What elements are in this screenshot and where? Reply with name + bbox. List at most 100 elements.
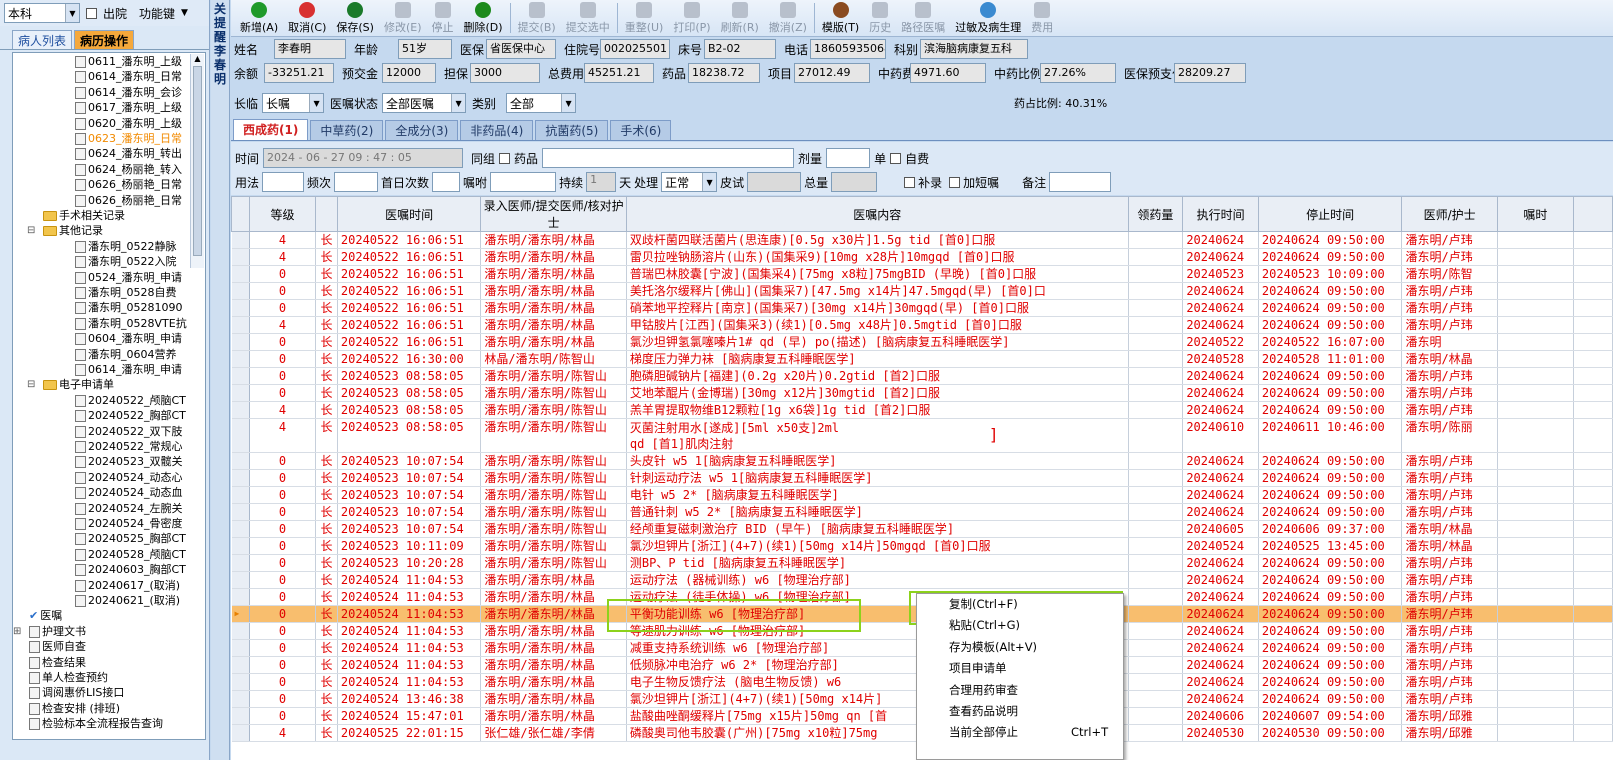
chevron-down-icon[interactable]: ▼ — [451, 94, 466, 112]
skin-test-input[interactable] — [747, 172, 802, 192]
column-header[interactable]: 医嘱内容 — [625, 196, 1129, 232]
toolbar-button[interactable]: 新增(A) — [235, 1, 283, 35]
toolbar-button[interactable]: 停止 — [427, 1, 459, 35]
row-header[interactable] — [231, 588, 250, 606]
tab-5[interactable]: 抗菌药(5) — [535, 120, 609, 140]
table-row[interactable]: 4 长 20240523 08:58:05 潘东明/潘东明/陈智山 灭菌注射用水[遂成]… — [231, 418, 1613, 453]
row-header[interactable] — [231, 248, 250, 266]
row-header[interactable] — [231, 537, 250, 555]
context-menu-item[interactable]: 项目申请单 — [917, 658, 1123, 679]
table-row[interactable]: 0 长 20240523 10:07:54 潘东明/潘东明/陈智山 经颅重复磁刺激治疗 … — [231, 520, 1613, 538]
row-header[interactable] — [231, 418, 250, 453]
tree-node[interactable]: 20240524_骨密度 — [75, 516, 183, 532]
context-menu-item[interactable]: 复制(Ctrl+F) — [917, 594, 1123, 615]
context-menu-item[interactable]: 查看药品说明 — [917, 701, 1123, 722]
tree-node[interactable]: 检验标本全流程报告查询 — [29, 716, 163, 732]
table-row[interactable]: 0 长 20240523 10:07:54 潘东明/潘东明/陈智山 针刺运动疗法 w5 … — [231, 469, 1613, 487]
tree-node[interactable]: 0614_潘东明_日常 — [75, 69, 182, 85]
tree-node[interactable]: 潘东明_0522入院 — [75, 254, 177, 270]
table-row[interactable]: 0 长 20240523 08:58:05 潘东明/潘东明/陈智山 艾地苯醌片(金博瑞)… — [231, 384, 1613, 402]
row-header[interactable] — [231, 316, 250, 334]
table-row[interactable]: 0 长 20240523 08:58:05 潘东明/潘东明/陈智山 胞磷胆碱钠片[福建]… — [231, 367, 1613, 385]
tree-node[interactable]: 20240621_(取消) — [75, 593, 180, 609]
table-row[interactable]: 4 长 20240522 16:06:51 潘东明/潘东明/林晶 双歧杆菌四联活菌片(思… — [231, 231, 1613, 249]
drug-checkbox[interactable] — [499, 152, 511, 164]
collapse-icon[interactable]: ⊟ — [27, 377, 35, 393]
tree-node[interactable]: 20240522_双下肢 — [75, 424, 183, 440]
row-header[interactable] — [231, 673, 250, 691]
tree-node[interactable]: 0623_潘东明_日常 — [75, 131, 182, 147]
column-header[interactable]: 停止时间 — [1257, 196, 1403, 232]
toolbar-button[interactable]: 提交(B) — [513, 1, 561, 35]
tree-node[interactable]: 单人检查预约 — [29, 670, 108, 686]
collapse-icon[interactable]: ⊟ — [27, 223, 35, 239]
toolbar-button[interactable]: 提交选中 — [561, 1, 615, 35]
tree-node[interactable]: 0604_潘东明_申请 — [75, 331, 182, 347]
tree-node[interactable]: 检查安排 (排班) — [29, 701, 120, 717]
toolbar-button[interactable]: 模版(T) — [817, 1, 864, 35]
self-pay-checkbox[interactable] — [890, 152, 902, 164]
column-header[interactable] — [315, 196, 338, 232]
instruction-input[interactable] — [490, 172, 557, 192]
row-header[interactable] — [231, 486, 250, 504]
tree-node[interactable]: 调阅惠侨LIS接口 — [29, 685, 124, 701]
row-header[interactable] — [231, 384, 250, 402]
table-row[interactable]: 4 长 20240523 08:58:05 潘东明/潘东明/陈智山 羔羊胃提取物维B12… — [231, 401, 1613, 419]
row-header[interactable] — [231, 299, 250, 317]
tree-node[interactable]: 20240522_胸部CT — [75, 408, 186, 424]
tree-node[interactable]: 0614_潘东明_申请 — [75, 362, 182, 378]
row-header[interactable] — [231, 401, 250, 419]
table-row[interactable]: 0 长 20240523 10:07:54 潘东明/潘东明/陈智山 电针 w5 2* [… — [231, 486, 1613, 504]
tree-node[interactable]: 潘东明_0522静脉 — [75, 239, 177, 255]
tree-node[interactable]: 20240525_胸部CT — [75, 531, 186, 547]
context-menu-item[interactable]: 合理用药审查 — [917, 680, 1123, 701]
first-day-count-input[interactable] — [432, 172, 461, 192]
tree-node[interactable]: 0617_潘东明_上级 — [75, 100, 182, 116]
duration-input[interactable]: 1 — [586, 172, 617, 192]
drug-input[interactable] — [542, 148, 795, 168]
tree-node[interactable]: 20240524_左腕关 — [75, 501, 183, 517]
toolbar-button[interactable]: 删除(D) — [459, 1, 508, 35]
tree-node[interactable]: 潘东明_0528VTE抗 — [75, 316, 187, 332]
row-header[interactable] — [231, 282, 250, 300]
row-header[interactable] — [231, 622, 250, 640]
remark-input[interactable] — [1049, 172, 1112, 192]
toolbar-button[interactable]: 取消(C) — [283, 1, 331, 35]
tree-node[interactable]: ✔ 医嘱 — [29, 608, 62, 624]
tree-node[interactable]: 20240524_动态血 — [75, 485, 183, 501]
category-select[interactable]: 全部 ▼ — [506, 93, 577, 113]
table-row[interactable]: 0 长 20240522 16:30:00 林晶/潘东明/陈智山 梯度压力弹力袜 [脑病… — [231, 350, 1613, 368]
add-short-order-checkbox[interactable] — [949, 176, 961, 188]
row-header[interactable] — [231, 707, 250, 725]
tree-node[interactable]: 潘东明_0528自费 — [75, 285, 177, 301]
chevron-down-icon[interactable]: ▼ — [702, 173, 717, 191]
order-type-select[interactable]: 长嘱 ▼ — [262, 93, 325, 113]
column-header[interactable]: 等级 — [248, 196, 317, 232]
tree-node[interactable]: 20240603_胸部CT — [75, 562, 186, 578]
table-row[interactable]: 0 长 20240522 16:06:51 潘东明/潘东明/林晶 美托洛尔缓释片[佛山]… — [231, 282, 1613, 300]
tree-node[interactable]: ⊟ 其他记录 — [27, 223, 103, 239]
tree-node[interactable]: 20240522_颅脑CT — [75, 393, 186, 409]
toolbar-button[interactable]: 费用 — [1026, 1, 1058, 35]
backfill-checkbox[interactable] — [904, 176, 916, 188]
table-row[interactable]: 4 长 20240522 16:06:51 潘东明/潘东明/林晶 甲钴胺片[江西](国集… — [231, 316, 1613, 334]
column-header[interactable]: 医嘱时间 — [336, 196, 482, 232]
table-row[interactable]: 0 长 20240522 16:06:51 潘东明/潘东明/林晶 硝苯地平控释片[南京]… — [231, 299, 1613, 317]
tree-node[interactable]: ⊞ 护理文书 — [13, 624, 86, 640]
row-header[interactable] — [231, 367, 250, 385]
total-input[interactable] — [831, 172, 878, 192]
expand-icon[interactable]: ⊞ — [13, 624, 21, 640]
tree-node[interactable]: 0611_潘东明_上级 — [75, 54, 182, 70]
handling-select[interactable]: 正常 ▼ — [661, 172, 718, 192]
chevron-down-icon[interactable]: ▼ — [309, 94, 324, 112]
toolbar-button[interactable]: 打印(P) — [668, 1, 715, 35]
dept-select[interactable]: 本科 ▼ — [4, 3, 80, 23]
column-header[interactable]: 执行时间 — [1182, 196, 1259, 232]
toolbar-button[interactable]: 撤消(Z) — [764, 1, 812, 35]
row-header[interactable] — [231, 656, 250, 674]
vertical-tab[interactable]: 关提醒 李春明 — [211, 0, 230, 760]
tree-node[interactable]: 20240528_颅脑CT — [75, 547, 186, 563]
tree-scrollbar[interactable]: ▲ — [190, 54, 204, 268]
time-input[interactable]: 2024 - 06 - 27 09 : 47 : 05 — [263, 148, 464, 168]
usage-input[interactable] — [262, 172, 305, 192]
